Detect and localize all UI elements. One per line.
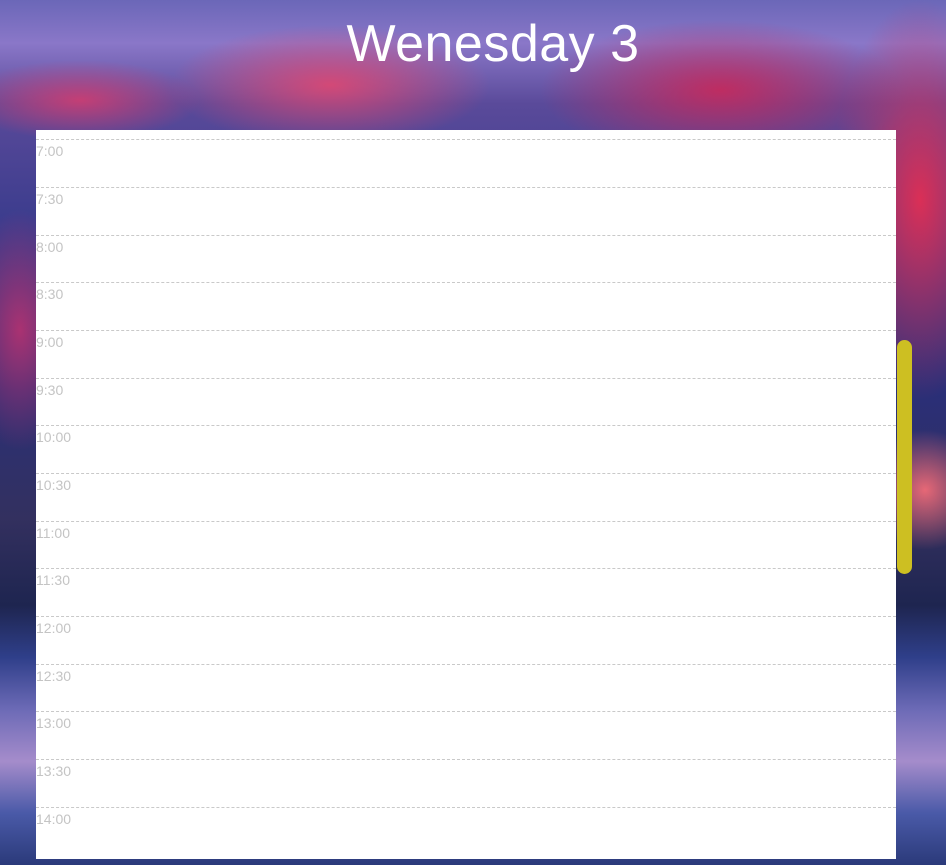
time-slot-label: 14:00	[36, 811, 72, 827]
time-slot-label: 13:30	[36, 763, 72, 779]
time-slot-label: 8:00	[36, 239, 64, 255]
time-slot[interactable]: 10:30	[36, 473, 896, 521]
time-slot[interactable]: 9:00	[36, 330, 896, 378]
time-slot-label: 12:30	[36, 668, 72, 684]
time-slot[interactable]: 8:00	[36, 235, 896, 283]
day-title: Wenesday 3	[346, 15, 640, 73]
time-slot[interactable]: 14:00	[36, 807, 896, 855]
time-slot-label: 8:30	[36, 286, 64, 302]
time-slot[interactable]: 7:30	[36, 187, 896, 235]
time-slot[interactable]: 11:30	[36, 568, 896, 616]
time-slot-label: 9:30	[36, 382, 64, 398]
time-slot-label: 9:00	[36, 334, 64, 350]
time-slot[interactable]: 13:30	[36, 759, 896, 807]
time-slot[interactable]: 12:30	[36, 664, 896, 712]
scrollbar-thumb[interactable]	[897, 340, 912, 574]
day-schedule-panel[interactable]: 7:00 7:30 8:00 8:30 9:00 9:30 10:00 10:3…	[36, 130, 896, 859]
time-slot-label: 11:00	[36, 525, 70, 541]
time-slot-label: 12:00	[36, 620, 72, 636]
time-slot[interactable]: 10:00	[36, 425, 896, 473]
time-slot-label: 7:00	[36, 143, 64, 159]
time-slot[interactable]: 7:00	[36, 139, 896, 187]
time-slot-label: 13:00	[36, 715, 72, 731]
time-slot[interactable]: 12:00	[36, 616, 896, 664]
time-slot-label: 7:30	[36, 191, 64, 207]
time-slot[interactable]: 11:00	[36, 521, 896, 569]
time-slot[interactable]: 13:00	[36, 711, 896, 759]
time-slot[interactable]: 9:30	[36, 378, 896, 426]
time-slot-label: 10:30	[36, 477, 72, 493]
time-slot-label: 10:00	[36, 429, 72, 445]
time-slot[interactable]: 8:30	[36, 282, 896, 330]
time-slot-label: 11:30	[36, 572, 70, 588]
